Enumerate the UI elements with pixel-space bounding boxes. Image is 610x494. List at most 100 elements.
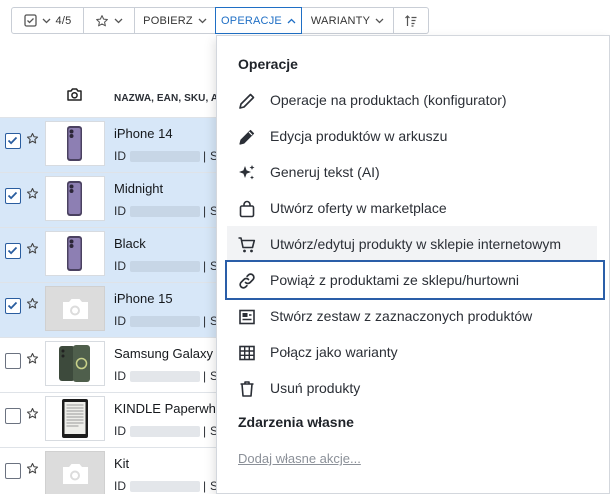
menu-item-label: Usuń produkty bbox=[270, 380, 361, 396]
star-icon[interactable] bbox=[26, 132, 39, 150]
row-checkbox[interactable] bbox=[5, 353, 21, 369]
operacje-button[interactable]: OPERACJE bbox=[215, 7, 302, 34]
chevron-down-icon bbox=[42, 18, 51, 24]
warianty-button[interactable]: WARIANTY bbox=[302, 7, 394, 34]
product-id-label: ID bbox=[114, 314, 126, 328]
menu-item-label: Edycja produktów w arkuszu bbox=[270, 128, 448, 144]
operacje-label: OPERACJE bbox=[221, 14, 282, 27]
product-id-label: ID bbox=[114, 479, 126, 493]
menu-item-edycja-arkusz[interactable]: Edycja produktów w arkuszu bbox=[227, 118, 605, 154]
table-row[interactable]: Black ID | S bbox=[0, 227, 220, 282]
product-id-label: ID bbox=[114, 369, 126, 383]
menu-item-label: Powiąż z produktami ze sklepu/hurtowni bbox=[270, 272, 520, 288]
trash-icon bbox=[237, 379, 257, 399]
add-custom-action-link[interactable]: Dodaj własne akcje... bbox=[238, 451, 361, 466]
menu-item-operacje-konfigurator[interactable]: Operacje na produktach (konfigurator) bbox=[227, 82, 605, 118]
star-icon[interactable] bbox=[26, 462, 39, 480]
menu-heading-custom-events: Zdarzenia własne bbox=[238, 414, 354, 430]
product-id-label: ID bbox=[114, 424, 126, 438]
star-icon bbox=[95, 14, 109, 28]
shopping-bag-icon bbox=[237, 199, 257, 219]
menu-item-powiaz-produkty[interactable]: Powiąż z produktami ze sklepu/hurtowni bbox=[225, 260, 605, 300]
table-row[interactable]: iPhone 14 ID | S bbox=[0, 117, 220, 172]
product-thumbnail[interactable] bbox=[45, 121, 105, 166]
star-icon[interactable] bbox=[26, 242, 39, 260]
row-checkbox[interactable] bbox=[5, 243, 21, 259]
redacted-value bbox=[130, 371, 200, 382]
row-checkbox[interactable] bbox=[5, 133, 21, 149]
star-icon[interactable] bbox=[26, 352, 39, 370]
table-row[interactable]: Kit ID | S bbox=[0, 447, 220, 494]
grid-icon bbox=[237, 343, 257, 363]
product-id-label: ID bbox=[114, 204, 126, 218]
pobierz-label: POBIERZ bbox=[143, 14, 193, 27]
menu-item-label: Utwórz oferty w marketplace bbox=[270, 200, 447, 216]
redacted-value bbox=[130, 481, 200, 492]
chevron-down-icon bbox=[375, 18, 384, 24]
pobierz-button[interactable]: POBIERZ bbox=[135, 7, 216, 34]
warianty-label: WARIANTY bbox=[310, 14, 371, 27]
star-icon[interactable] bbox=[26, 407, 39, 425]
star-icon[interactable] bbox=[26, 297, 39, 315]
table-header: NAZWA, EAN, SKU, A bbox=[0, 84, 220, 112]
menu-item-generuj-tekst[interactable]: Generuj tekst (AI) bbox=[227, 154, 605, 190]
pencil-icon bbox=[237, 127, 257, 147]
selection-count: 4/5 bbox=[55, 14, 72, 27]
chevron-down-icon bbox=[114, 18, 123, 24]
sort-button[interactable] bbox=[394, 7, 429, 34]
row-checkbox[interactable] bbox=[5, 408, 21, 424]
product-id-label: ID bbox=[114, 259, 126, 273]
table-row[interactable]: Samsung Galaxy ID | S bbox=[0, 337, 220, 392]
product-name[interactable]: iPhone 15 bbox=[114, 291, 173, 306]
operations-dropdown-menu: Operacje Operacje na produktach (konfigu… bbox=[216, 35, 610, 494]
separator: | bbox=[203, 204, 207, 218]
name-column-header[interactable]: NAZWA, EAN, SKU, A bbox=[114, 93, 218, 104]
favorites-button[interactable] bbox=[84, 7, 135, 34]
product-name[interactable]: Black bbox=[114, 236, 146, 251]
separator: | bbox=[203, 369, 207, 383]
product-name[interactable]: Midnight bbox=[114, 181, 163, 196]
separator: | bbox=[203, 259, 207, 273]
redacted-value bbox=[130, 206, 200, 217]
chevron-up-icon bbox=[287, 18, 296, 24]
product-thumbnail[interactable] bbox=[45, 286, 105, 331]
row-checkbox[interactable] bbox=[5, 463, 21, 479]
link-icon bbox=[237, 271, 257, 291]
camera-icon bbox=[66, 87, 83, 107]
table-row[interactable]: iPhone 15 ID | S bbox=[0, 282, 220, 337]
product-thumbnail[interactable] bbox=[45, 396, 105, 441]
menu-item-label: Utwórz/edytuj produkty w sklepie interne… bbox=[270, 236, 562, 252]
table-row[interactable]: KINDLE Paperwh ID | S bbox=[0, 392, 220, 447]
menu-heading-operations: Operacje bbox=[238, 56, 298, 72]
cart-icon bbox=[237, 235, 257, 255]
table-row[interactable]: Midnight ID | S bbox=[0, 172, 220, 227]
product-name[interactable]: Samsung Galaxy bbox=[114, 346, 213, 361]
product-name[interactable]: Kit bbox=[114, 456, 129, 471]
product-id-label: ID bbox=[114, 149, 126, 163]
menu-item-label: Połącz jako warianty bbox=[270, 344, 398, 360]
product-thumbnail[interactable] bbox=[45, 176, 105, 221]
separator: | bbox=[203, 149, 207, 163]
menu-item-label: Stwórz zestaw z zaznaczonych produktów bbox=[270, 308, 533, 324]
menu-item-label: Operacje na produktach (konfigurator) bbox=[270, 92, 507, 108]
product-thumbnail[interactable] bbox=[45, 341, 105, 386]
row-checkbox[interactable] bbox=[5, 188, 21, 204]
separator: | bbox=[203, 424, 207, 438]
menu-item-sklep-internetowy[interactable]: Utwórz/edytuj produkty w sklepie interne… bbox=[227, 226, 597, 262]
product-thumbnail[interactable] bbox=[45, 231, 105, 276]
separator: | bbox=[203, 314, 207, 328]
redacted-value bbox=[130, 261, 200, 272]
menu-item-stworz-zestaw[interactable]: Stwórz zestaw z zaznaczonych produktów bbox=[227, 298, 605, 334]
product-name[interactable]: KINDLE Paperwh bbox=[114, 401, 216, 416]
menu-item-oferty-marketplace[interactable]: Utwórz oferty w marketplace bbox=[227, 190, 605, 226]
redacted-value bbox=[130, 151, 200, 162]
bulk-select-button[interactable]: 4/5 bbox=[11, 7, 84, 34]
redacted-value bbox=[130, 426, 200, 437]
product-name[interactable]: iPhone 14 bbox=[114, 126, 173, 141]
product-thumbnail[interactable] bbox=[45, 451, 105, 494]
star-icon[interactable] bbox=[26, 187, 39, 205]
menu-item-usun-produkty[interactable]: Usuń produkty bbox=[227, 370, 605, 406]
chevron-down-icon bbox=[198, 18, 207, 24]
menu-item-polacz-warianty[interactable]: Połącz jako warianty bbox=[227, 334, 605, 370]
row-checkbox[interactable] bbox=[5, 298, 21, 314]
